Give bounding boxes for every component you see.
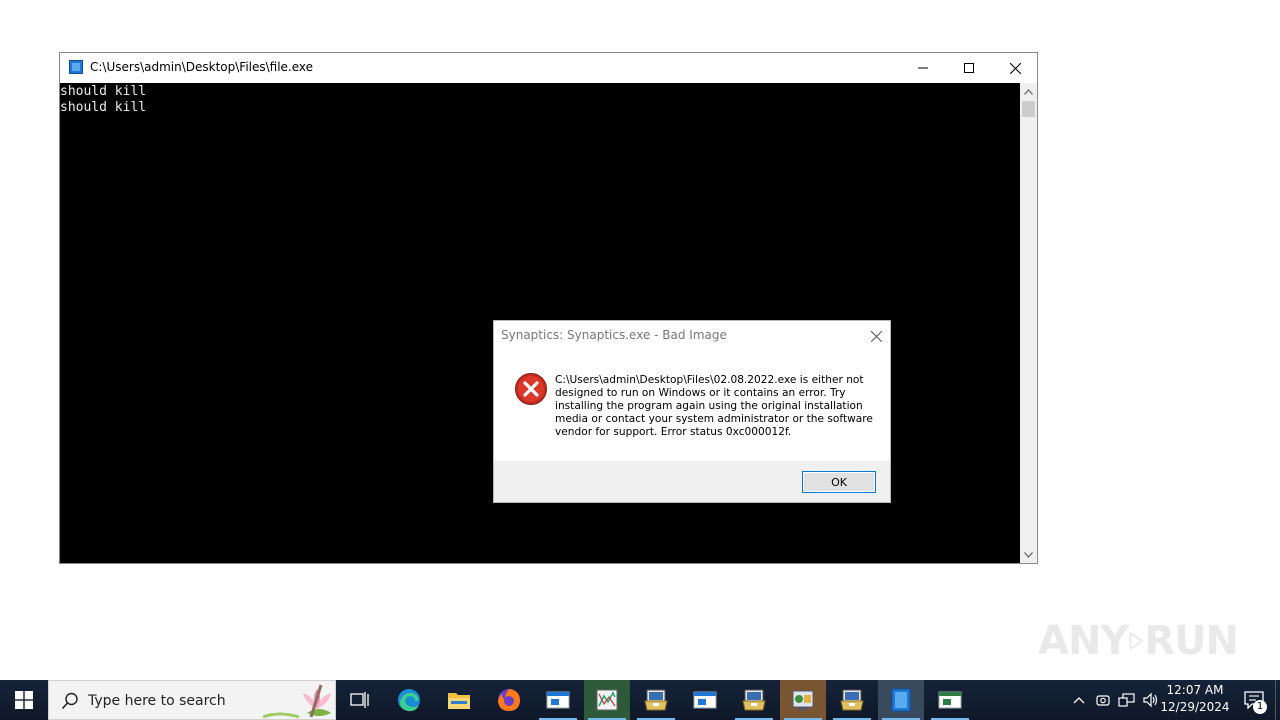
vertical-scrollbar[interactable] bbox=[1020, 83, 1037, 563]
installer-icon bbox=[742, 689, 766, 711]
maximize-button[interactable] bbox=[946, 53, 992, 83]
start-button[interactable] bbox=[0, 680, 48, 720]
taskbar-console-app[interactable] bbox=[878, 680, 924, 720]
scroll-down-icon[interactable] bbox=[1020, 546, 1037, 563]
watermark-logo: ANY RUN bbox=[1038, 608, 1239, 674]
console-titlebar[interactable]: C:\Users\admin\Desktop\Files\file.exe bbox=[60, 53, 1037, 83]
console-app-icon bbox=[891, 688, 911, 712]
taskbar-window-app[interactable] bbox=[535, 680, 581, 720]
taskbar-edge[interactable] bbox=[386, 680, 432, 720]
taskbar-window-app-2[interactable] bbox=[682, 680, 728, 720]
window-app-icon bbox=[938, 691, 962, 709]
watermark-text-right: RUN bbox=[1144, 618, 1239, 664]
play-logo-icon bbox=[1129, 632, 1144, 650]
network-icon bbox=[1118, 693, 1135, 707]
console-line: should kill bbox=[60, 100, 147, 115]
console-line: should kill bbox=[60, 84, 147, 99]
dialog-title: Synaptics: Synaptics.exe - Bad Image bbox=[501, 328, 727, 342]
taskbar-window-app-3[interactable] bbox=[927, 680, 973, 720]
tray-meet-now[interactable] bbox=[1093, 690, 1113, 710]
search-box[interactable]: Type here to search bbox=[48, 680, 336, 720]
taskbar-installer-2[interactable] bbox=[731, 680, 777, 720]
minimize-button[interactable] bbox=[900, 53, 946, 83]
tray-network[interactable] bbox=[1117, 690, 1137, 710]
error-icon bbox=[515, 373, 547, 405]
clock-time: 12:07 AM bbox=[1166, 683, 1224, 697]
dialog-close-button[interactable] bbox=[866, 326, 886, 346]
search-placeholder: Type here to search bbox=[88, 693, 226, 709]
file-explorer-icon bbox=[448, 693, 470, 709]
task-view-button[interactable] bbox=[337, 680, 383, 720]
edge-icon bbox=[398, 689, 420, 712]
chart-app-icon bbox=[596, 689, 618, 711]
taskbar-clock[interactable]: 12:07 AM 12/29/2024 bbox=[1160, 682, 1230, 718]
windows-logo-icon bbox=[15, 691, 33, 709]
taskbar-installer-1[interactable] bbox=[633, 680, 679, 720]
notification-center-button[interactable]: 1 bbox=[1234, 680, 1274, 720]
console-title: C:\Users\admin\Desktop\Files\file.exe bbox=[90, 60, 314, 74]
show-desktop-button[interactable] bbox=[1275, 680, 1280, 720]
task-view-icon bbox=[350, 692, 369, 708]
taskbar: Type here to search 12:07 AM 12/29/2024 … bbox=[0, 680, 1280, 720]
taskbar-chart-app[interactable] bbox=[584, 680, 630, 720]
window-app-icon bbox=[546, 691, 570, 709]
volume-icon bbox=[1143, 692, 1158, 708]
search-highlight-icon bbox=[262, 684, 331, 719]
taskbar-control-panel[interactable] bbox=[780, 680, 826, 720]
chevron-up-icon bbox=[1073, 697, 1085, 704]
scroll-up-icon[interactable] bbox=[1020, 83, 1037, 100]
search-icon bbox=[61, 692, 78, 710]
dialog-footer: OK bbox=[494, 461, 890, 502]
minimize-icon bbox=[918, 67, 928, 69]
close-button[interactable] bbox=[992, 53, 1038, 83]
scroll-thumb[interactable] bbox=[1022, 101, 1035, 117]
error-message: C:\Users\admin\Desktop\Files\02.08.2022.… bbox=[555, 374, 873, 438]
installer-icon bbox=[644, 689, 668, 711]
clock-date: 12/29/2024 bbox=[1160, 700, 1230, 714]
watermark-text-left: ANY bbox=[1038, 618, 1129, 664]
tray-volume[interactable] bbox=[1141, 690, 1161, 710]
taskbar-firefox[interactable] bbox=[486, 680, 532, 720]
control-panel-icon bbox=[792, 690, 814, 710]
maximize-icon bbox=[964, 63, 974, 73]
console-app-icon bbox=[69, 60, 83, 74]
firefox-icon bbox=[498, 689, 520, 711]
installer-icon bbox=[840, 689, 864, 711]
notification-count-badge: 1 bbox=[1253, 700, 1267, 714]
camera-icon bbox=[1096, 695, 1110, 706]
error-dialog: Synaptics: Synaptics.exe - Bad Image C:\… bbox=[493, 320, 891, 503]
ok-button[interactable]: OK bbox=[802, 471, 876, 493]
window-app-icon bbox=[693, 691, 717, 709]
tray-overflow-button[interactable] bbox=[1069, 690, 1089, 710]
close-icon bbox=[870, 330, 882, 342]
taskbar-installer-3[interactable] bbox=[829, 680, 875, 720]
close-icon bbox=[1009, 62, 1021, 74]
taskbar-file-explorer[interactable] bbox=[436, 680, 482, 720]
